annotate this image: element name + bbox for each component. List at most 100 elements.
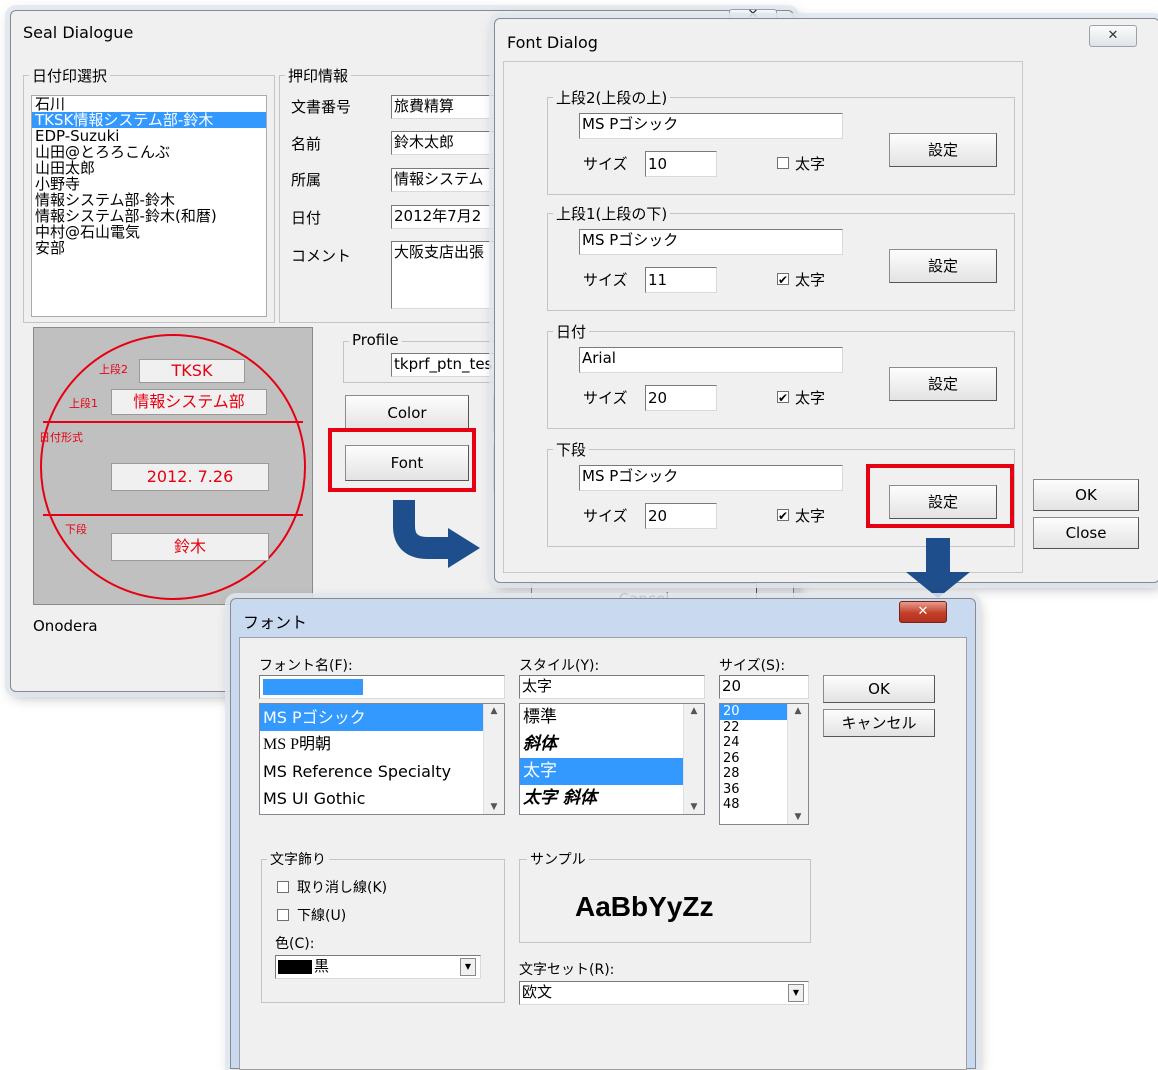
name-input[interactable]: 鈴木太郎 [391,131,511,155]
style-input[interactable]: 太字 [519,675,705,699]
font-section-label: 上段2(上段の上) [553,87,671,108]
style-list-item[interactable]: 太字 [520,758,704,785]
size-field[interactable]: 20 [645,385,717,411]
scroll-up-icon[interactable]: ▲ [484,706,504,716]
department-input[interactable]: 情報システム [391,168,511,192]
font-button-highlight [328,428,476,492]
seal-window-title: Seal Dialogue [23,23,134,42]
stamp-top1-value[interactable]: 情報システム部 [111,389,267,415]
date-stamp-item[interactable]: 安部 [32,240,266,256]
set-button[interactable]: 設定 [889,133,997,167]
comment-input[interactable]: 大阪支店出張 [391,241,511,309]
date-stamp-item[interactable]: TKSK情報システム部-鈴木 [32,112,266,128]
doc-number-input[interactable]: 旅費精算 [391,95,511,119]
stamp-bottom-value[interactable]: 鈴木 [111,533,269,561]
bold-label: 太字 [795,389,826,407]
bold-checkbox[interactable]: ✔ [777,509,789,522]
color-select[interactable]: 黒 [275,955,481,979]
font-dialog-window: Font Dialog ✕ 上段2(上段の上) MS Pゴシック サイズ 10 太字 設定… [494,18,1158,583]
font-list-item[interactable]: MS UI Gothic [260,785,504,812]
scroll-down-icon[interactable]: ▼ [684,802,704,812]
font-section-label: 上段1(上段の下) [553,203,671,224]
color-button[interactable]: Color [345,395,469,431]
scroll-up-icon[interactable]: ▲ [684,706,704,716]
date-stamp-list[interactable]: 石川 TKSK情報システム部-鈴木 EDP-Suzuki 山田@とろろこんぶ 山田太郎小… [31,95,267,317]
underline-checkbox[interactable] [277,909,289,921]
charset-dropdown-arrow-icon[interactable]: ▼ [788,984,804,1002]
charset-label: 文字セット(R): [519,962,615,978]
size-label: サイズ [583,507,628,525]
stamp-top2-value[interactable]: TKSK [139,359,245,383]
bold-checkbox[interactable]: ✔ [777,391,789,404]
set-button-highlight [866,464,1014,528]
set-button[interactable]: 設定 [889,367,997,401]
stamp-date-value[interactable]: 2012. 7.26 [111,463,269,491]
scrollbar[interactable]: ▲ ▼ [483,704,504,814]
font-name-list[interactable]: MS Pゴシック MS P明朝 MS Reference Specialty MS U… [259,703,505,815]
date-stamp-item[interactable]: EDP-Suzuki [32,128,266,144]
date-stamp-item[interactable]: 石川 [32,96,266,112]
color-label: 色(C): [275,936,315,952]
underline-label: 下線(U) [297,908,347,924]
bold-label: 太字 [795,271,826,289]
size-label: サイズ(S): [719,658,786,674]
scrollbar[interactable]: ▲ ▼ [683,704,704,814]
profile-group-label: Profile [349,331,402,349]
font-dialog-close-button-bottom[interactable]: Close [1033,517,1139,549]
date-stamp-item[interactable]: 情報システム部-鈴木 [32,192,266,208]
font-dialog-close-button[interactable]: ✕ [1089,25,1137,47]
date-stamp-item[interactable]: 山田@とろろこんぶ [32,144,266,160]
scroll-down-icon[interactable]: ▼ [788,812,808,822]
effects-group-label: 文字飾り [267,849,329,869]
charset-select[interactable]: 欧文 [519,981,809,1005]
set-button[interactable]: 設定 [889,249,997,283]
date-stamp-item[interactable]: 中村@石山電気 [32,224,266,240]
date-input[interactable]: 2012年7月2 [391,205,511,229]
date-stamp-item[interactable]: 山田太郎 [32,160,266,176]
font-name-field[interactable]: MS Pゴシック [579,229,843,255]
size-field[interactable]: 10 [645,151,717,177]
font-name-field[interactable]: Arial [579,347,843,373]
style-list-item[interactable]: 標準 [520,704,704,731]
scroll-up-icon[interactable]: ▲ [788,706,808,716]
font-list-item[interactable]: MS P明朝 [260,731,504,758]
size-list[interactable]: 20 22 24 26 28 36 48 ▲ ▼ [719,703,809,825]
date-stamp-item[interactable]: 小野寺 [32,176,266,192]
bold-checkbox[interactable]: ✔ [777,273,789,286]
font-list-item[interactable]: MS Reference Specialty [260,758,504,785]
stamp-bottom-label: 下段 [65,523,87,536]
department-label: 所属 [291,171,322,189]
size-input[interactable]: 20 [719,675,809,699]
size-field[interactable]: 20 [645,503,717,529]
stamp-date-label: 日付形式 [39,431,83,444]
sample-group-label: サンプル [527,849,589,869]
style-list[interactable]: 標準 斜体 太字 太字 斜体 ▲ ▼ [519,703,705,815]
scrollbar[interactable]: ▲ ▼ [787,704,808,824]
font-section-label: 日付 [553,321,590,342]
bold-checkbox[interactable] [777,157,789,169]
strikeout-label: 取り消し線(K) [297,880,388,896]
font-list-item[interactable]: MS Pゴシック [260,704,504,731]
curved-arrow-icon [393,500,480,568]
style-list-item[interactable]: 斜体 [520,731,704,758]
font-dialog-ok-button[interactable]: OK [1033,479,1139,511]
color-dropdown-arrow-icon[interactable]: ▼ [460,958,476,976]
stamp-top2-label: 上段2 [99,363,128,376]
style-list-item[interactable]: 太字 斜体 [520,785,704,812]
font-picker-ok-button[interactable]: OK [823,675,935,703]
date-stamp-item[interactable]: 情報システム部-鈴木(和暦) [32,208,266,224]
stamp-top1-label: 上段1 [69,397,98,410]
scroll-down-icon[interactable]: ▼ [484,802,504,812]
strikeout-checkbox[interactable] [277,881,289,893]
stamp-info-group-label: 押印情報 [285,65,352,86]
font-picker-cancel-button[interactable]: キャンセル [823,709,935,737]
font-picker-title: フォント [243,613,308,632]
comment-label: コメント [291,247,352,265]
date-label: 日付 [291,209,322,227]
size-field[interactable]: 11 [645,267,717,293]
down-arrow-icon [906,538,970,598]
font-name-field[interactable]: MS Pゴシック [579,465,843,491]
color-select-value: 黒 [314,957,330,975]
font-name-field[interactable]: MS Pゴシック [579,113,843,139]
font-picker-close-button[interactable]: ✕ [899,601,947,623]
